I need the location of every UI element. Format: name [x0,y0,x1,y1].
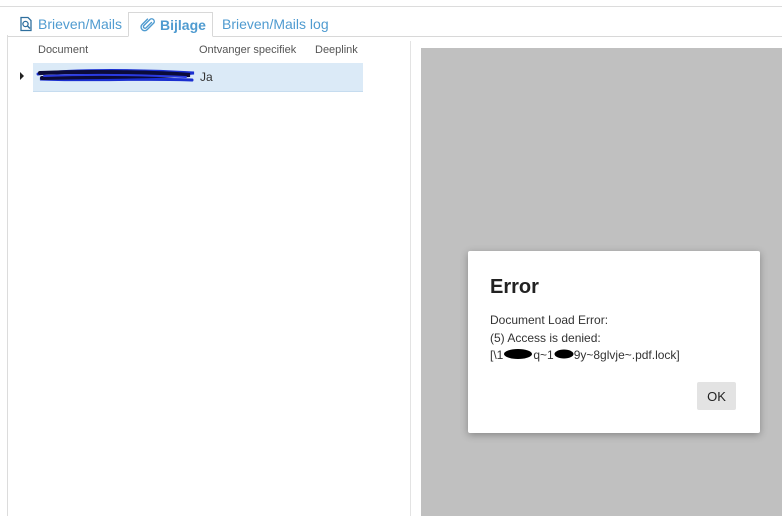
dialog-title: Error [490,276,539,298]
error-message-line-2: (5) Access is denied: [490,331,601,345]
attachments-grid: Document Ontvanger specifiek Deeplink Ja [8,41,408,92]
tab-bar: Brieven/Mails Bijlage Brieven/Mails log [8,12,782,37]
path-part-1: [\1 [490,348,504,362]
tab-bijlage[interactable]: Bijlage [128,12,213,37]
pane-splitter[interactable] [410,41,411,516]
redaction-mark [554,348,574,363]
cell-ontvanger: Ja [200,70,213,84]
redaction-mark [503,348,533,363]
column-header-deeplink[interactable]: Deeplink [315,44,358,56]
grid-header: Document Ontvanger specifiek Deeplink [8,41,408,61]
expand-arrow-icon[interactable] [20,72,24,80]
ok-button[interactable]: OK [697,382,736,410]
document-search-icon [18,16,34,32]
table-row[interactable]: Ja [8,63,408,92]
tab-bijlage-label: Bijlage [160,16,206,33]
error-message-line-1: Document Load Error: [490,313,609,327]
top-border [0,6,782,7]
tab-brieven-mails[interactable]: Brieven/Mails [18,12,122,36]
column-header-document[interactable]: Document [38,44,88,56]
paperclip-icon [140,17,156,33]
error-message-path: [\1 q~1 9y~8glvje~.pdf.lock] [490,348,680,363]
tab-brieven-mails-log[interactable]: Brieven/Mails log [222,12,329,36]
path-part-3: 9y~8glvje~.pdf.lock] [573,348,680,362]
column-header-ontvanger[interactable]: Ontvanger specifiek [199,44,296,56]
left-border [7,35,8,516]
tab-brieven-mails-label: Brieven/Mails [38,16,123,32]
tab-brieven-mails-log-label: Brieven/Mails log [222,16,329,32]
error-dialog: Error Document Load Error: (5) Access is… [468,251,760,433]
path-part-2: q~1 [533,348,554,362]
document-name-redacted [34,67,198,85]
